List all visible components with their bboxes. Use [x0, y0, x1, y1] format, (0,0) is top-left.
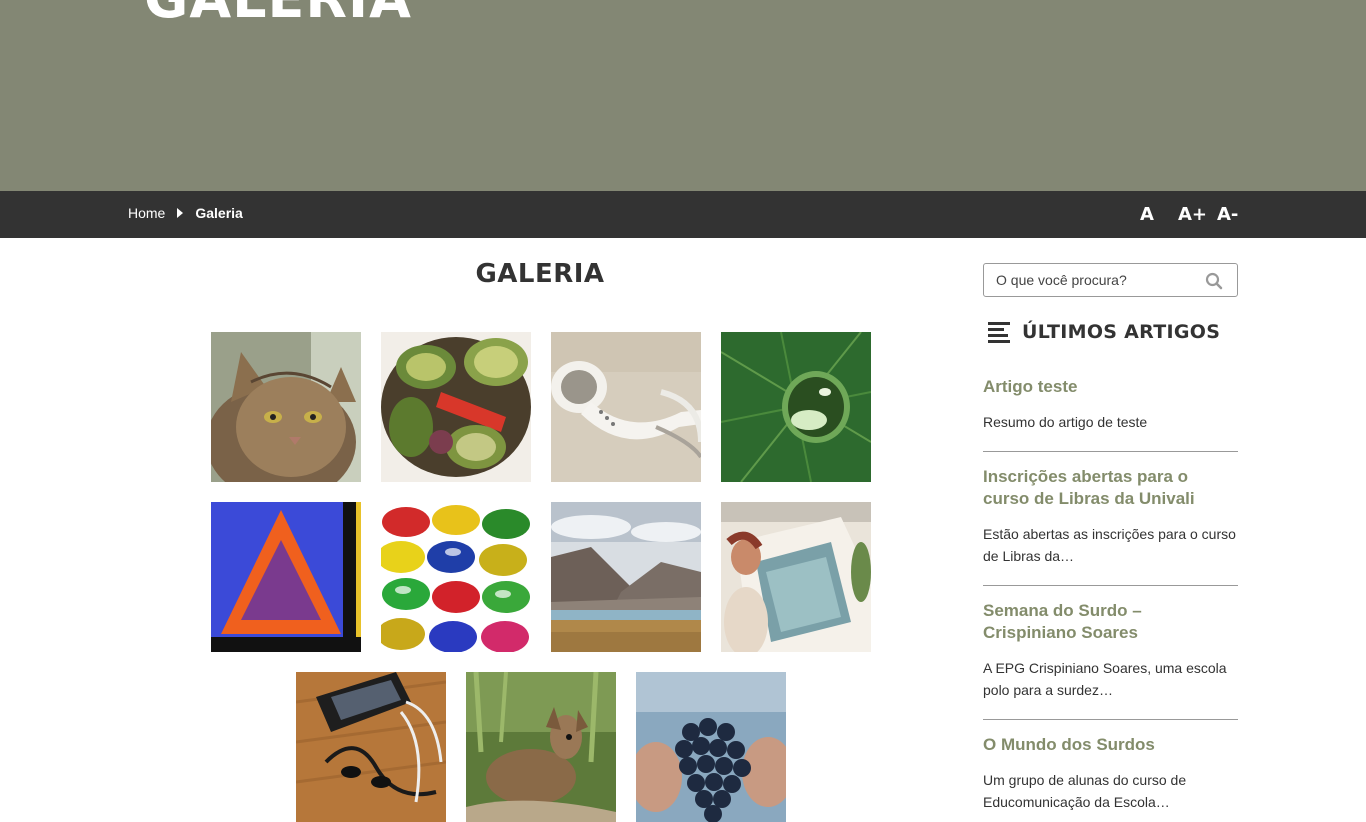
divider — [983, 719, 1238, 720]
article-title-link[interactable]: Artigo teste — [983, 376, 1238, 398]
hero-title: GALERIA — [144, 0, 412, 26]
breadcrumb: Home Galeria — [128, 205, 243, 221]
sidebar: ÚLTIMOS ARTIGOS Artigo teste Resumo do a… — [983, 263, 1238, 810]
caret-right-icon — [177, 208, 184, 218]
font-decrease-button[interactable]: A- — [1217, 204, 1238, 225]
gallery-image-deer[interactable] — [466, 672, 616, 822]
gallery-image-grilled-vegetables[interactable] — [381, 332, 531, 482]
font-increase-button[interactable]: A+ — [1178, 204, 1207, 225]
article-item: O Mundo dos Surdos Um grupo de alunas do… — [983, 734, 1238, 813]
gallery-image-water-drop[interactable] — [721, 332, 871, 482]
gallery-image-phone-earphones[interactable] — [296, 672, 446, 822]
page-title: GALERIA — [475, 259, 605, 289]
gallery-image-grapes[interactable] — [636, 672, 786, 822]
latest-articles-header: ÚLTIMOS ARTIGOS — [988, 321, 1220, 343]
font-normal-button[interactable]: A — [1140, 204, 1154, 225]
article-item: Inscrições abertas para o curso de Libra… — [983, 466, 1238, 586]
search-icon[interactable] — [1205, 272, 1223, 290]
gallery-image-person-at-car[interactable] — [721, 502, 871, 652]
breadcrumb-home-link[interactable]: Home — [128, 205, 165, 221]
article-item: Semana do Surdo – Crispiniano Soares A E… — [983, 600, 1238, 720]
article-title-link[interactable]: O Mundo dos Surdos — [983, 734, 1238, 756]
article-title-link[interactable]: Inscrições abertas para o curso de Libra… — [983, 466, 1238, 510]
breadcrumb-current: Galeria — [195, 205, 243, 221]
page-hero: GALERIA — [0, 0, 1366, 191]
gallery-image-glass-beads[interactable] — [381, 502, 531, 652]
gallery-image-earphones[interactable] — [551, 332, 701, 482]
divider — [983, 585, 1238, 586]
breadcrumb-bar: Home Galeria — [0, 191, 1366, 238]
gallery-image-cat[interactable] — [211, 332, 361, 482]
article-title-link[interactable]: Semana do Surdo – Crispiniano Soares — [983, 600, 1238, 644]
article-item: Artigo teste Resumo do artigo de teste — [983, 376, 1238, 452]
article-excerpt: Estão abertas as inscrições para o curso… — [983, 526, 1236, 564]
search-box — [983, 263, 1238, 297]
widget-title: ÚLTIMOS ARTIGOS — [1022, 321, 1221, 343]
article-excerpt: Um grupo de alunas do curso de Educomuni… — [983, 772, 1187, 810]
article-excerpt: Resumo do artigo de teste — [983, 414, 1148, 430]
gallery-image-mountain-lake[interactable] — [551, 502, 701, 652]
list-lines-icon — [988, 322, 1010, 343]
search-input[interactable] — [984, 264, 1237, 296]
article-excerpt: A EPG Crispiniano Soares, uma escola pol… — [983, 660, 1227, 698]
divider — [983, 451, 1238, 452]
gallery-image-triangle-sign[interactable] — [211, 502, 361, 652]
